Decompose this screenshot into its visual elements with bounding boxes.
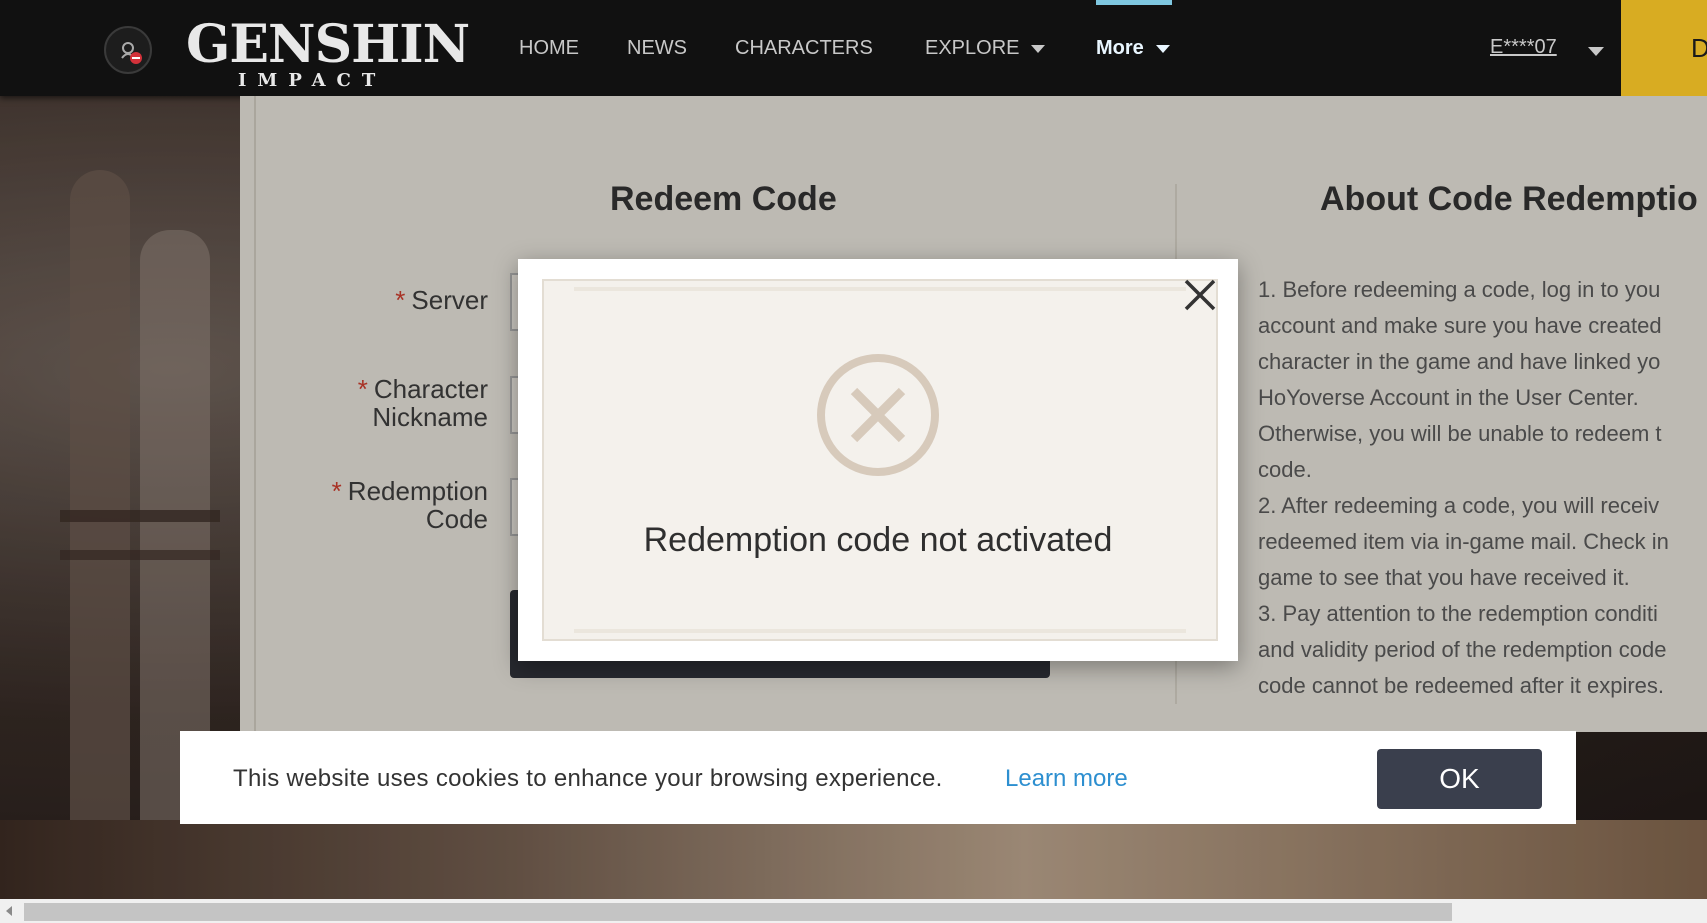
chevron-down-icon[interactable] bbox=[1588, 47, 1604, 56]
cookie-text: This website uses cookies to enhance you… bbox=[233, 765, 943, 792]
nav-characters[interactable]: CHARACTERS bbox=[735, 36, 873, 60]
nav-explore[interactable]: EXPLORE bbox=[925, 36, 1046, 60]
user-account-link[interactable]: E****07 bbox=[1490, 36, 1557, 59]
nav-news[interactable]: NEWS bbox=[627, 36, 687, 60]
horizontal-scrollbar[interactable] bbox=[0, 899, 1707, 923]
chevron-down-icon bbox=[1031, 44, 1046, 53]
genshin-logo[interactable]: GENSHIN IMPACT bbox=[186, 6, 470, 94]
nav-active-indicator bbox=[1096, 0, 1172, 5]
cookie-banner: This website uses cookies to enhance you… bbox=[180, 731, 1576, 824]
scroll-left-icon[interactable] bbox=[6, 906, 12, 916]
nav-home[interactable]: HOME bbox=[519, 36, 579, 60]
cookie-ok-button[interactable]: OK bbox=[1377, 749, 1542, 809]
nav-more[interactable]: More bbox=[1096, 36, 1170, 60]
error-dialog: Redemption code not activated bbox=[518, 259, 1238, 661]
nav-more-label: More bbox=[1096, 37, 1144, 59]
error-message: Redemption code not activated bbox=[643, 521, 1113, 559]
nav-explore-label: EXPLORE bbox=[925, 37, 1020, 59]
top-navigation: GENSHIN IMPACT HOME NEWS CHARACTERS EXPL… bbox=[0, 0, 1707, 96]
logo-title: GENSHIN bbox=[186, 14, 470, 75]
error-circle-x-icon bbox=[814, 351, 942, 479]
download-button[interactable]: D bbox=[1621, 0, 1707, 96]
learn-more-link[interactable]: Learn more bbox=[1005, 765, 1128, 793]
menu-icon[interactable] bbox=[104, 26, 152, 74]
scrollbar-thumb[interactable] bbox=[24, 903, 1452, 921]
close-icon[interactable] bbox=[1178, 273, 1222, 317]
logo-subtitle: IMPACT bbox=[238, 70, 387, 91]
chevron-down-icon bbox=[1155, 44, 1170, 53]
